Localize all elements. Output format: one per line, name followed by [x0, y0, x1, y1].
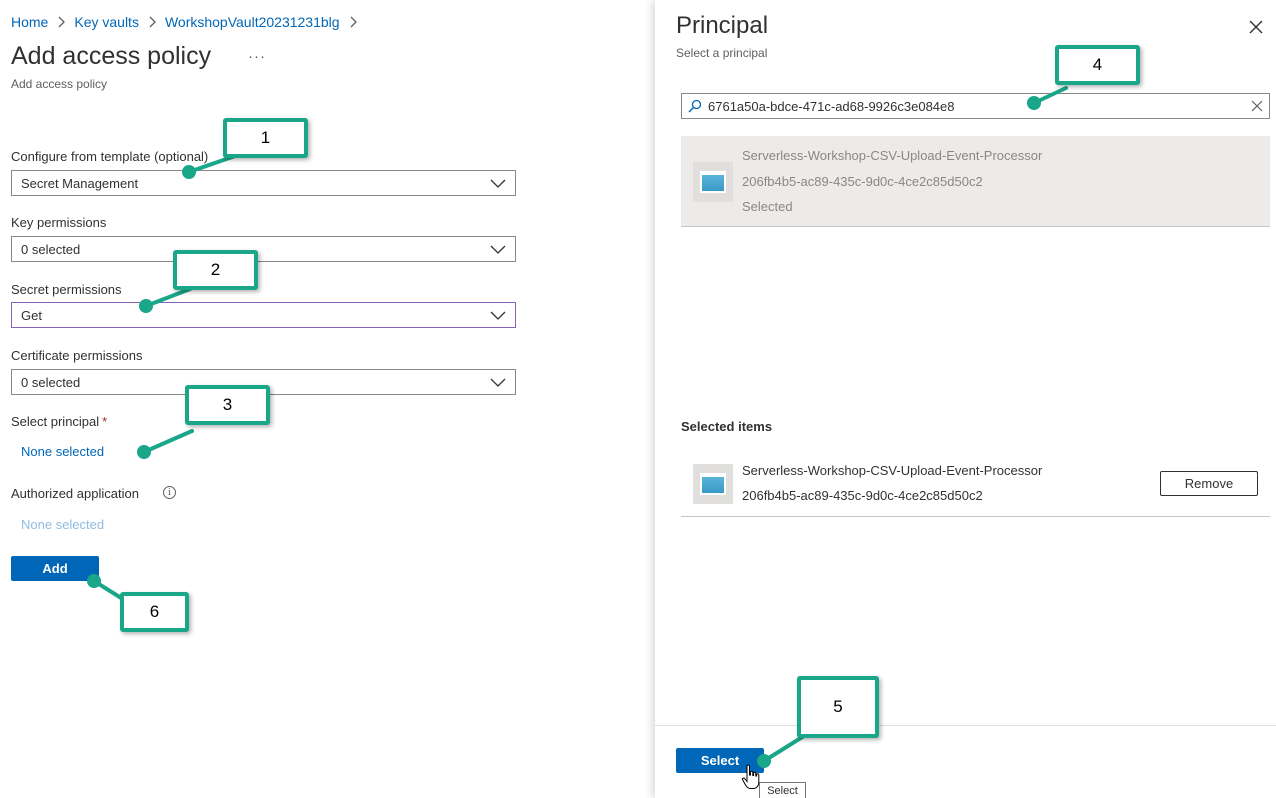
secret-permissions-label: Secret permissions [11, 282, 122, 297]
certificate-permissions-label: Certificate permissions [11, 348, 143, 363]
breadcrumb-home[interactable]: Home [11, 14, 48, 30]
page-title: Add access policy [11, 42, 212, 70]
select-tooltip: Select [759, 782, 806, 798]
callout-3: 3 [185, 385, 270, 425]
panel-title: Principal [676, 12, 769, 39]
footer-divider [655, 725, 1276, 726]
result-id: 206fb4b5-ac89-435c-9d0c-4ce2c85d50c2 [742, 174, 983, 189]
key-permissions-value: 0 selected [21, 241, 81, 257]
info-icon[interactable]: i [163, 486, 176, 499]
callout-2: 2 [173, 250, 258, 290]
select-principal-label: Select principal * [11, 414, 107, 429]
remove-button[interactable]: Remove [1160, 471, 1258, 496]
callout-6: 6 [120, 592, 189, 632]
add-button[interactable]: Add [11, 556, 99, 581]
result-name: Serverless-Workshop-CSV-Upload-Event-Pro… [742, 148, 1043, 163]
selected-item-name: Serverless-Workshop-CSV-Upload-Event-Pro… [742, 463, 1043, 478]
breadcrumb-key-vaults[interactable]: Key vaults [74, 14, 139, 30]
panel-subtitle: Select a principal [676, 46, 768, 60]
callout-1: 1 [223, 118, 308, 158]
chevron-right-icon [148, 16, 156, 28]
close-icon[interactable] [1248, 19, 1264, 35]
select-principal-link[interactable]: None selected [21, 444, 104, 459]
result-status: Selected [742, 199, 793, 214]
authorized-application-label: Authorized application [11, 486, 139, 501]
certificate-permissions-value: 0 selected [21, 374, 81, 390]
secret-permissions-dropdown[interactable]: Get [11, 302, 516, 328]
secret-permissions-value: Get [21, 307, 42, 323]
clear-icon[interactable] [1251, 100, 1263, 112]
more-options-button[interactable]: ··· [248, 48, 266, 65]
search-icon [688, 99, 702, 113]
callout-5: 5 [797, 676, 879, 738]
key-permissions-label: Key permissions [11, 215, 107, 230]
search-value: 6761a50a-bdce-471c-ad68-9926c3e084e8 [708, 98, 955, 114]
template-label: Configure from template (optional) [11, 149, 209, 164]
authorized-application-link: None selected [21, 517, 105, 532]
principal-search-input[interactable]: 6761a50a-bdce-471c-ad68-9926c3e084e8 [681, 93, 1270, 119]
chevron-right-icon [349, 16, 357, 28]
chevron-down-icon [490, 179, 506, 188]
search-result-item[interactable]: Serverless-Workshop-CSV-Upload-Event-Pro… [681, 136, 1270, 227]
chevron-down-icon [490, 245, 506, 254]
callout-4: 4 [1055, 45, 1140, 85]
page-subtitle: Add access policy [11, 77, 108, 91]
app-registration-icon [693, 162, 733, 202]
chevron-down-icon [490, 311, 506, 320]
chevron-down-icon [490, 378, 506, 387]
breadcrumb: Home Key vaults WorkshopVault20231231blg [11, 13, 366, 31]
app-registration-icon [693, 464, 733, 504]
template-dropdown[interactable]: Secret Management [11, 170, 516, 196]
select-principal-label-text: Select principal [11, 414, 100, 429]
selected-items-header: Selected items [681, 419, 773, 434]
breadcrumb-vault[interactable]: WorkshopVault20231231blg [165, 14, 340, 30]
chevron-right-icon [57, 16, 66, 28]
hand-cursor-icon [741, 764, 760, 789]
required-marker: * [102, 414, 108, 429]
principal-panel: Principal Select a principal 6761a50a-bd… [655, 0, 1276, 798]
key-permissions-dropdown[interactable]: 0 selected [11, 236, 516, 262]
template-dropdown-value: Secret Management [21, 175, 139, 191]
selected-item-row: Serverless-Workshop-CSV-Upload-Event-Pro… [681, 456, 1270, 517]
selected-item-id: 206fb4b5-ac89-435c-9d0c-4ce2c85d50c2 [742, 488, 983, 503]
